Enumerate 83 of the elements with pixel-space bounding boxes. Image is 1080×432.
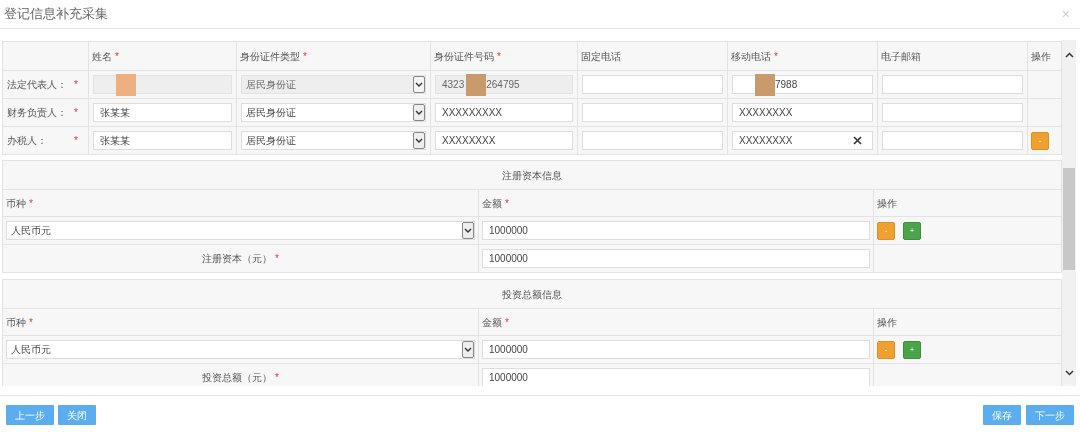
section-title: 投资总额信息 [502,287,562,302]
text-field[interactable] [882,103,1023,122]
required-mark: * [303,49,307,64]
column-header: 身份证件号码 [434,49,494,64]
dialog-title: 登记信息补充采集 [4,5,108,24]
column-header: 操作 [877,315,897,330]
column-header: 币种 [6,315,26,330]
dropdown-value: 居民身份证 [246,78,296,92]
column-header: 姓名 [92,49,112,64]
row-label: 办税人： [7,134,48,148]
field-value: XXXXXXXX [739,106,793,120]
text-field[interactable]: 7988 [732,75,873,94]
column-header: 电子邮箱 [881,49,921,64]
scroll-down-icon[interactable] [1064,370,1074,376]
required-mark: * [497,49,501,64]
required-mark: * [505,196,509,211]
total-label: 投资总额（元） [202,371,273,385]
field-value: XXXXXXXX [442,134,496,148]
field-value: 1000000 [489,224,528,238]
field-value: XXXXXXXXX [442,106,503,120]
column-header: 操作 [877,196,897,211]
required-mark: * [29,196,33,211]
text-field[interactable]: 1000000 [482,249,870,268]
scrollbar[interactable] [1062,40,1076,386]
field-value: 1000000 [489,371,528,385]
required-mark: * [505,315,509,330]
column-header: 币种 [6,196,26,211]
chevron-icon [462,222,474,239]
field-value: 4323 [442,78,465,92]
scrollbar-thumb[interactable] [1063,168,1075,270]
field-value: 7988 [775,78,798,92]
clear-icon[interactable] [853,136,862,145]
text-field[interactable]: XXXXXXXX [732,131,873,150]
dropdown[interactable]: 居民身份证 [241,131,426,150]
chevron-icon [413,104,425,121]
section-title: 注册资本信息 [502,168,562,183]
text-field[interactable]: 张某某 [93,103,232,122]
column-header: 操作 [1031,49,1051,64]
chevron-icon [462,341,474,358]
dropdown-value: 居民身份证 [246,134,296,148]
text-field[interactable]: 1000000 [482,340,870,359]
text-field[interactable]: XXXXXXXXX [435,103,573,122]
scroll-up-icon[interactable] [1064,52,1074,58]
required-mark: * [74,78,78,92]
required-mark: * [774,49,778,64]
text-field[interactable]: 1000000 [482,368,870,386]
field-value: XXXXXXXX [739,134,793,148]
text-field[interactable] [882,131,1023,150]
text-field[interactable] [582,75,723,94]
text-field[interactable]: XXXXXXXX [435,131,573,150]
column-header: 身份证件类型 [240,49,300,64]
dropdown[interactable]: 人民币元 [6,340,475,359]
field-value: 张某某 [100,106,130,120]
field-value: 1000000 [489,343,528,357]
row-label: 法定代表人： [7,78,68,92]
text-field[interactable]: 张某某 [93,131,232,150]
column-header: 移动电话 [731,49,771,64]
field-value: 264795 [486,78,520,92]
chevron-icon [413,76,425,93]
required-mark: * [74,134,78,148]
total-label: 注册资本（元） [202,252,273,266]
required-mark: * [275,371,279,385]
text-field[interactable] [882,75,1023,94]
dropdown[interactable]: 居民身份证 [241,103,426,122]
required-mark: * [74,106,78,120]
text-field[interactable]: 1000000 [482,221,870,240]
dropdown-value: 人民币元 [11,343,51,357]
required-mark: * [275,252,279,266]
dropdown-value: 人民币元 [11,224,51,238]
required-mark: * [115,49,119,64]
column-header: 金额 [482,315,502,330]
row-label: 财务负责人： [7,106,68,120]
dropdown-value: 居民身份证 [246,106,296,120]
column-header: 金额 [482,196,502,211]
field-value: 张某某 [100,134,130,148]
text-field[interactable] [582,103,723,122]
dropdown[interactable]: 人民币元 [6,221,475,240]
chevron-icon [413,132,425,149]
text-field[interactable]: XXXXXXXX [732,103,873,122]
required-mark: * [29,315,33,330]
column-header: 固定电话 [581,49,621,64]
text-field[interactable] [582,131,723,150]
field-value: 1000000 [489,252,528,266]
